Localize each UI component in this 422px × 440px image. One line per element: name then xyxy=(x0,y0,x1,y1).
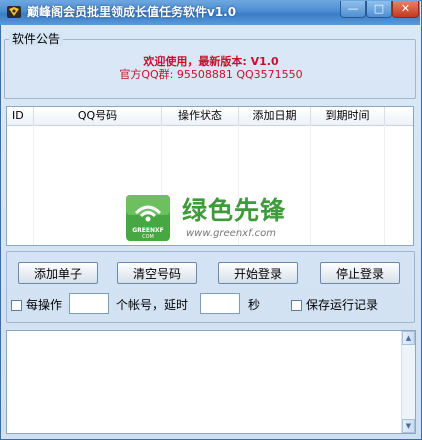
column-divider xyxy=(384,125,385,245)
column-divider xyxy=(310,125,311,245)
accounts-per-op-input[interactable] xyxy=(69,293,109,314)
stop-login-button[interactable]: 停止登录 xyxy=(320,262,400,284)
window-title: 巅峰阁会员批里领成长值任务软件v1.0 xyxy=(27,5,237,19)
save-log-label: 保存运行记录 xyxy=(306,298,379,312)
app-icon xyxy=(7,6,21,18)
svg-text:GREENXF: GREENXF xyxy=(132,227,164,234)
watermark-url: www.greenxf.com xyxy=(186,228,276,239)
delay-seconds-input[interactable] xyxy=(200,293,240,314)
column-header-expiry[interactable]: 到期时间 xyxy=(311,107,385,125)
notice-legend: 软件公告 xyxy=(9,32,64,46)
column-divider xyxy=(33,125,34,245)
table-header: ID QQ号码 操作状态 添加日期 到期时间 xyxy=(7,107,413,126)
start-login-button[interactable]: 开始登录 xyxy=(218,262,298,284)
maximize-button[interactable]: □ xyxy=(366,1,392,18)
watermark-title: 绿色先锋 xyxy=(182,196,287,225)
svg-text:COM: COM xyxy=(142,234,154,240)
close-button[interactable]: ✕ xyxy=(392,1,419,18)
column-header-qq[interactable]: QQ号码 xyxy=(34,107,162,125)
seconds-label: 秒 xyxy=(248,298,261,312)
column-header-id[interactable]: ID xyxy=(7,107,34,125)
column-header-filler xyxy=(385,107,413,125)
column-header-added-date[interactable]: 添加日期 xyxy=(239,107,311,125)
per-operation-checkbox[interactable] xyxy=(11,300,22,311)
accounts-delay-label: 个帐号，延时 xyxy=(116,298,189,312)
title-bar[interactable]: 巅峰阁会员批里领成长值任务软件v1.0 — □ ✕ xyxy=(0,0,420,25)
scroll-up-icon[interactable]: ▲ xyxy=(402,331,415,345)
log-scrollbar[interactable]: ▲ ▼ xyxy=(401,331,415,433)
log-textarea[interactable] xyxy=(6,330,416,434)
scroll-down-icon[interactable]: ▼ xyxy=(402,419,415,433)
per-operation-label: 每操作 xyxy=(26,298,63,312)
save-log-checkbox[interactable] xyxy=(291,300,302,311)
greenxf-watermark: GREENXF COM 绿色先锋 www.greenxf.com xyxy=(126,195,306,245)
add-order-button[interactable]: 添加单子 xyxy=(18,262,98,284)
minimize-button[interactable]: — xyxy=(340,1,366,18)
clear-numbers-button[interactable]: 清空号码 xyxy=(117,262,197,284)
notice-line-qq-group: 官方QQ群: 95508881 QQ3571550 xyxy=(119,68,303,81)
greenxf-logo-icon: GREENXF COM xyxy=(126,195,170,241)
column-header-status[interactable]: 操作状态 xyxy=(162,107,239,125)
